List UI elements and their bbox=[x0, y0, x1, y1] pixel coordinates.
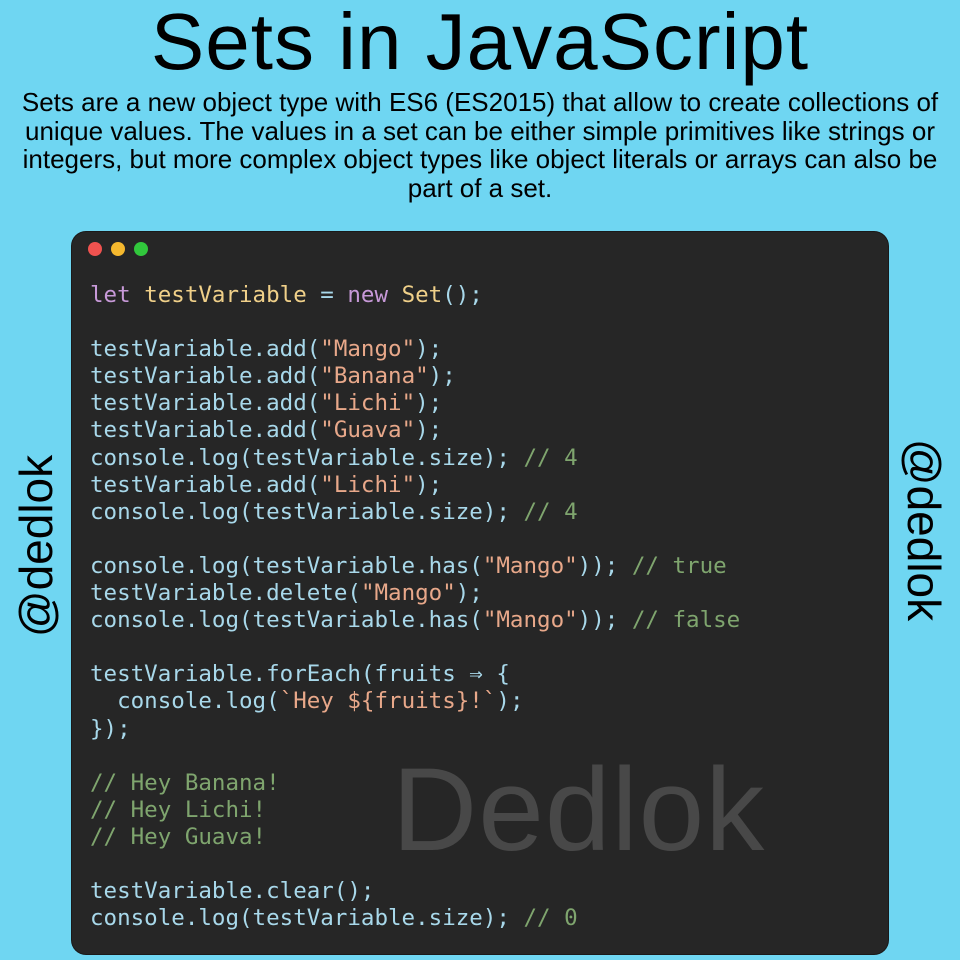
code-line: // Hey Banana! bbox=[90, 770, 740, 797]
code-line: ​ bbox=[90, 526, 740, 553]
code-token: console.log(testVariable.size); bbox=[90, 444, 524, 471]
code-token: Set bbox=[401, 282, 443, 308]
code-token: testVariable.add( bbox=[90, 336, 321, 363]
code-token: "Guava" bbox=[320, 417, 416, 444]
code-token: console.log(testVariable.size); bbox=[90, 905, 524, 932]
code-token: // 4 bbox=[523, 444, 578, 471]
code-token: // 4 bbox=[523, 498, 578, 525]
code-token: // Hey Lichi! bbox=[90, 796, 267, 823]
code-line: ​ bbox=[90, 309, 740, 336]
code-line: console.log(`Hey ${fruits}!`); bbox=[90, 688, 740, 715]
code-token: ); bbox=[415, 417, 443, 444]
code-token: "Mango" bbox=[482, 552, 578, 579]
code-line: testVariable.forEach(fruits ⇒ { bbox=[90, 661, 740, 688]
code-line: console.log(testVariable.has("Mango")); … bbox=[90, 607, 740, 634]
code-token: ); bbox=[496, 688, 524, 715]
code-token: "Lichi" bbox=[320, 390, 416, 417]
code-token: "Mango" bbox=[360, 580, 456, 607]
code-token: = bbox=[306, 282, 348, 308]
code-token: testVariable.forEach(fruits ⇒ { bbox=[90, 661, 510, 688]
code-line: testVariable.add("Lichi"); bbox=[90, 472, 740, 499]
code-window: Dedlok let testVariable = new Set();​tes… bbox=[72, 232, 888, 954]
handle-right: @dedlok bbox=[898, 438, 950, 622]
code-line: testVariable.add("Guava"); bbox=[90, 417, 740, 444]
code-token: `Hey ${fruits}!` bbox=[279, 688, 497, 715]
code-line: }); bbox=[90, 716, 740, 743]
code-token: (); bbox=[442, 282, 483, 308]
code-line: testVariable.add("Mango"); bbox=[90, 336, 740, 363]
code-token: console.log( bbox=[90, 688, 280, 715]
close-window-icon bbox=[88, 242, 102, 256]
code-line: console.log(testVariable.size); // 0 bbox=[90, 905, 740, 932]
window-controls bbox=[88, 242, 148, 256]
code-token: // true bbox=[631, 552, 727, 579]
code-token: let bbox=[90, 282, 131, 308]
code-line: // Hey Lichi! bbox=[90, 797, 740, 824]
code-token: testVariable.add( bbox=[90, 390, 321, 417]
code-token: ); bbox=[428, 363, 456, 390]
intro-paragraph: Sets are a new object type with ES6 (ES2… bbox=[21, 87, 939, 203]
code-token: testVariable.clear(); bbox=[90, 878, 375, 905]
code-line: console.log(testVariable.size); // 4 bbox=[90, 499, 740, 526]
code-token: console.log(testVariable.has( bbox=[90, 552, 483, 579]
code-token: }); bbox=[90, 715, 131, 742]
code-line: testVariable.clear(); bbox=[90, 878, 740, 905]
code-token: testVariable.add( bbox=[90, 417, 321, 444]
code-block: let testVariable = new Set();​testVariab… bbox=[90, 282, 740, 932]
code-token: // Hey Banana! bbox=[90, 769, 280, 796]
code-line: console.log(testVariable.has("Mango")); … bbox=[90, 553, 740, 580]
code-line: // Hey Guava! bbox=[90, 824, 740, 851]
code-token: ); bbox=[455, 580, 483, 607]
code-line: let testVariable = new Set(); bbox=[90, 282, 740, 309]
page-title: Sets in JavaScript bbox=[150, 0, 810, 86]
code-token: // 0 bbox=[523, 905, 578, 932]
code-line: testVariable.add("Banana"); bbox=[90, 363, 740, 390]
code-line: testVariable.add("Lichi"); bbox=[90, 390, 740, 417]
code-token: "Mango" bbox=[482, 607, 578, 634]
code-line: ​ bbox=[90, 743, 740, 770]
code-token: ); bbox=[415, 471, 443, 498]
code-token: testVariable.add( bbox=[90, 363, 321, 390]
code-token: testVariable.add( bbox=[90, 471, 321, 498]
code-token: console.log(testVariable.size); bbox=[90, 498, 524, 525]
code-line: ​ bbox=[90, 851, 740, 878]
code-token: new bbox=[347, 282, 389, 308]
code-token: testVariable bbox=[144, 282, 307, 308]
code-token: testVariable.delete( bbox=[90, 580, 361, 607]
code-token: "Lichi" bbox=[320, 471, 416, 498]
code-line: testVariable.delete("Mango"); bbox=[90, 580, 740, 607]
code-token: ); bbox=[415, 336, 443, 363]
code-line: console.log(testVariable.size); // 4 bbox=[90, 445, 740, 472]
code-token: )); bbox=[577, 552, 632, 579]
code-token: // false bbox=[631, 607, 741, 634]
code-token: // Hey Guava! bbox=[90, 823, 267, 850]
code-token: console.log(testVariable.has( bbox=[90, 607, 483, 634]
code-token: "Mango" bbox=[320, 336, 416, 363]
code-token: )); bbox=[577, 607, 632, 634]
code-line: ​ bbox=[90, 634, 740, 661]
maximize-window-icon bbox=[134, 242, 148, 256]
handle-left: @dedlok bbox=[10, 454, 62, 638]
code-token: ); bbox=[415, 390, 443, 417]
code-token: "Banana" bbox=[320, 363, 429, 390]
minimize-window-icon bbox=[111, 242, 125, 256]
